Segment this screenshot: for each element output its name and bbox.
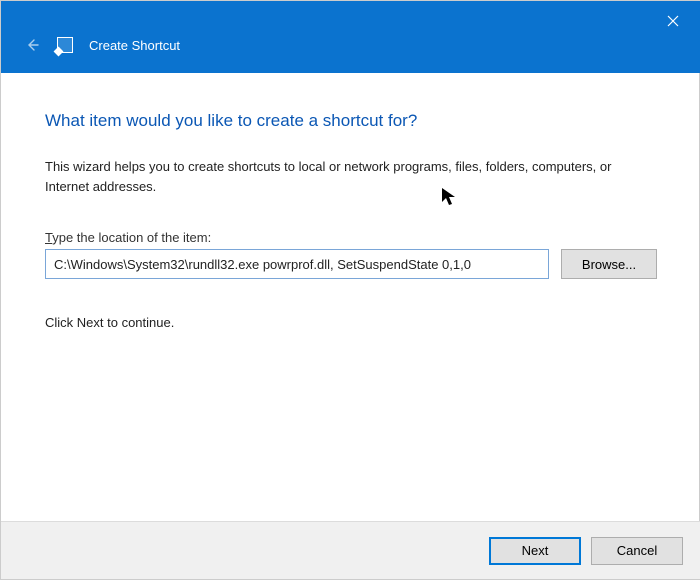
close-icon: [667, 15, 679, 27]
arrow-left-icon: [25, 38, 39, 52]
shortcut-wizard-icon: [57, 37, 73, 53]
close-button[interactable]: [653, 7, 693, 35]
footer-bar: Next Cancel: [1, 521, 700, 579]
cancel-button[interactable]: Cancel: [591, 537, 683, 565]
browse-button[interactable]: Browse...: [561, 249, 657, 279]
content-area: What item would you like to create a sho…: [1, 73, 700, 521]
titlebar: Create Shortcut: [1, 1, 700, 73]
back-button: [23, 38, 41, 52]
next-button[interactable]: Next: [489, 537, 581, 565]
window-title: Create Shortcut: [89, 38, 180, 53]
location-input[interactable]: [45, 249, 549, 279]
wizard-description: This wizard helps you to create shortcut…: [45, 157, 657, 196]
continue-hint: Click Next to continue.: [45, 315, 657, 330]
page-heading: What item would you like to create a sho…: [45, 111, 657, 131]
location-label: Type the location of the item:: [45, 230, 657, 245]
